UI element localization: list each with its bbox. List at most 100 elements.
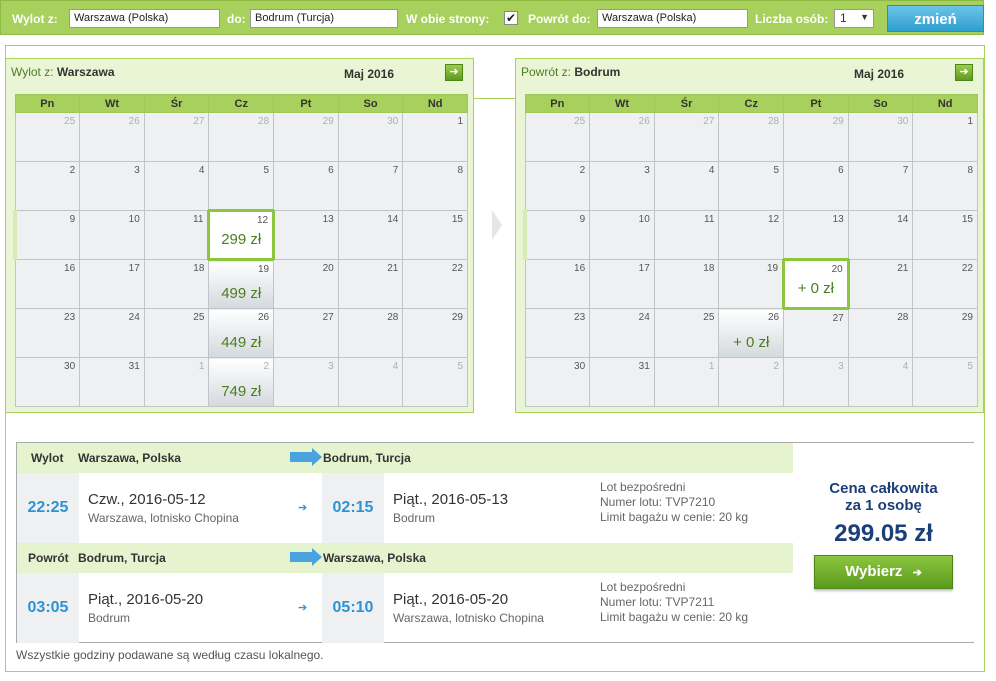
calendar-day: 26 <box>79 112 145 162</box>
day-number: 28 <box>767 116 780 127</box>
persons-select[interactable]: 1 ▼ <box>834 9 874 28</box>
calendar-day: 1 <box>402 112 468 162</box>
day-number: 5 <box>773 165 780 176</box>
departure-date-value: , 2016-05-12 <box>120 491 206 508</box>
calendar-title-city: Warszawa <box>56 65 115 79</box>
calendar-title: Powrót z: Bodrum <box>521 65 620 79</box>
change-button[interactable]: zmień <box>887 5 984 32</box>
day-number: 29 <box>961 312 973 323</box>
calendar-day: 5 <box>208 161 275 211</box>
calendar-week-row: 30 31 1 2 3 4 5 <box>524 357 978 407</box>
calendar-day-priced[interactable]: 20 + 0 zł <box>782 258 850 310</box>
calendar-day: 4 <box>653 161 720 211</box>
calendar-day: 9 <box>523 210 591 260</box>
calendar-day: 17 <box>79 259 145 309</box>
calendar-week-row: 23 24 25 26 449 zł 27 28 29 <box>14 308 468 358</box>
day-number: 2 <box>773 361 780 372</box>
from-input[interactable]: Warszawa (Polska) <box>69 9 220 28</box>
day-number: 22 <box>961 263 973 274</box>
calendar-week-row: 23 24 25 26 + 0 zł 27 28 29 <box>524 308 978 358</box>
calendar-day: 18 <box>143 259 210 309</box>
day-number: 3 <box>134 165 140 176</box>
day-number: 7 <box>392 165 399 176</box>
day-number: 24 <box>128 312 140 323</box>
day-number: 29 <box>832 116 844 127</box>
day-number: 25 <box>193 312 205 323</box>
day-number: 2 <box>579 165 586 176</box>
calendar-day: 1 <box>143 357 210 407</box>
day-price: 299 zł <box>221 231 262 248</box>
weekday-header: Śr <box>653 94 720 113</box>
calendar-week-row: 2 3 4 5 6 7 8 <box>14 161 468 211</box>
day-number: 25 <box>64 116 76 127</box>
day-number: 5 <box>263 165 270 176</box>
calendar-day-priced[interactable]: 2 749 zł <box>208 357 275 407</box>
calendar-day: 29 <box>273 112 339 162</box>
calendar-day: 27 <box>783 308 849 358</box>
day-number: 21 <box>387 263 399 274</box>
day-number: 12 <box>767 214 780 225</box>
day-number: 6 <box>838 165 844 176</box>
select-button[interactable]: Wybierz ➔ <box>814 555 953 589</box>
to-input[interactable]: Bodrum (Turcja) <box>250 9 398 28</box>
arrow-right-icon: ➔ <box>298 602 308 614</box>
calendar-day: 15 <box>402 210 468 260</box>
calendar-day: 25 <box>143 308 210 358</box>
weekday-header: Nd <box>912 94 978 113</box>
day-number: 28 <box>257 116 270 127</box>
calendar-day: 29 <box>402 308 468 358</box>
persons-label: Liczba osób: <box>755 12 829 26</box>
inbound-header: Powrót Bodrum, Turcja Warszawa, Polska <box>17 543 793 573</box>
day-number: 26 <box>767 312 780 323</box>
departure-date-value: , 2016-05-20 <box>118 591 204 608</box>
day-number: 9 <box>579 214 586 225</box>
day-number: 1 <box>457 116 463 127</box>
day-number: 7 <box>902 165 909 176</box>
day-number: 29 <box>322 116 334 127</box>
select-button-label: Wybierz <box>845 563 903 580</box>
calendar-day: 13 <box>783 210 849 260</box>
roundtrip-label: W obie strony: <box>406 12 490 26</box>
calendar-day: 21 <box>847 259 914 309</box>
return-input[interactable]: Warszawa (Polska) <box>597 9 748 28</box>
outbound-row: 22:25 Czw., 2016-05-12 Warszawa, lotnisk… <box>17 473 793 543</box>
calendar-day: 6 <box>273 161 339 211</box>
calendar-day: 27 <box>143 112 210 162</box>
next-month-button[interactable]: ➔ <box>955 64 973 81</box>
calendar-day: 10 <box>589 210 655 260</box>
calendar-day-priced[interactable]: 19 499 zł <box>208 259 275 309</box>
outbound-label: Wylot <box>31 451 64 465</box>
calendar-day: 3 <box>79 161 145 211</box>
arrival-day: Piąt. <box>393 491 424 508</box>
calendar-day-priced[interactable]: 12 299 zł <box>207 209 276 261</box>
flight-number: Numer lotu: TVP7211 <box>600 595 715 609</box>
calendar-day: 17 <box>589 259 655 309</box>
roundtrip-checkbox[interactable]: ✔ <box>504 11 518 25</box>
next-month-button[interactable]: ➔ <box>445 64 463 81</box>
calendar-day: 16 <box>524 259 591 309</box>
baggage-limit: Limit bagażu w cenie: 20 kg <box>600 610 749 624</box>
day-number: 25 <box>574 116 586 127</box>
weekday-header-row: Pn Wt Śr Cz Pt So Nd <box>14 94 468 113</box>
calendar-day: 29 <box>783 112 849 162</box>
day-number: 11 <box>704 214 715 225</box>
calendar-day: 14 <box>337 210 404 260</box>
day-price: 499 zł <box>221 285 262 302</box>
day-number: 26 <box>128 116 140 127</box>
arrow-right-icon: ➔ <box>449 66 459 78</box>
calendar-week-row: 16 17 18 19 20 + 0 zł 21 22 <box>524 258 978 310</box>
calendar-week-row: 25 26 27 28 29 30 1 <box>14 112 468 162</box>
day-number: 6 <box>328 165 334 176</box>
weekday-header: Pt <box>273 94 339 113</box>
inbound-to: Warszawa, Polska <box>323 551 426 565</box>
arrow-right-icon <box>290 448 322 466</box>
flight-number: Numer lotu: TVP7210 <box>600 495 716 509</box>
calendar-week-row: 30 31 1 2 749 zł 3 4 5 <box>14 357 468 407</box>
calendar-day-priced[interactable]: 26 449 zł <box>208 308 275 358</box>
calendar-day-priced[interactable]: 26 + 0 zł <box>718 308 785 358</box>
day-number: 1 <box>967 116 973 127</box>
calendar-header: Powrót z: Bodrum Maj 2016 ➔ <box>516 59 983 93</box>
calendar-day: 22 <box>402 259 468 309</box>
calendar-day: 8 <box>912 161 978 211</box>
weekday-header: Pt <box>783 94 849 113</box>
